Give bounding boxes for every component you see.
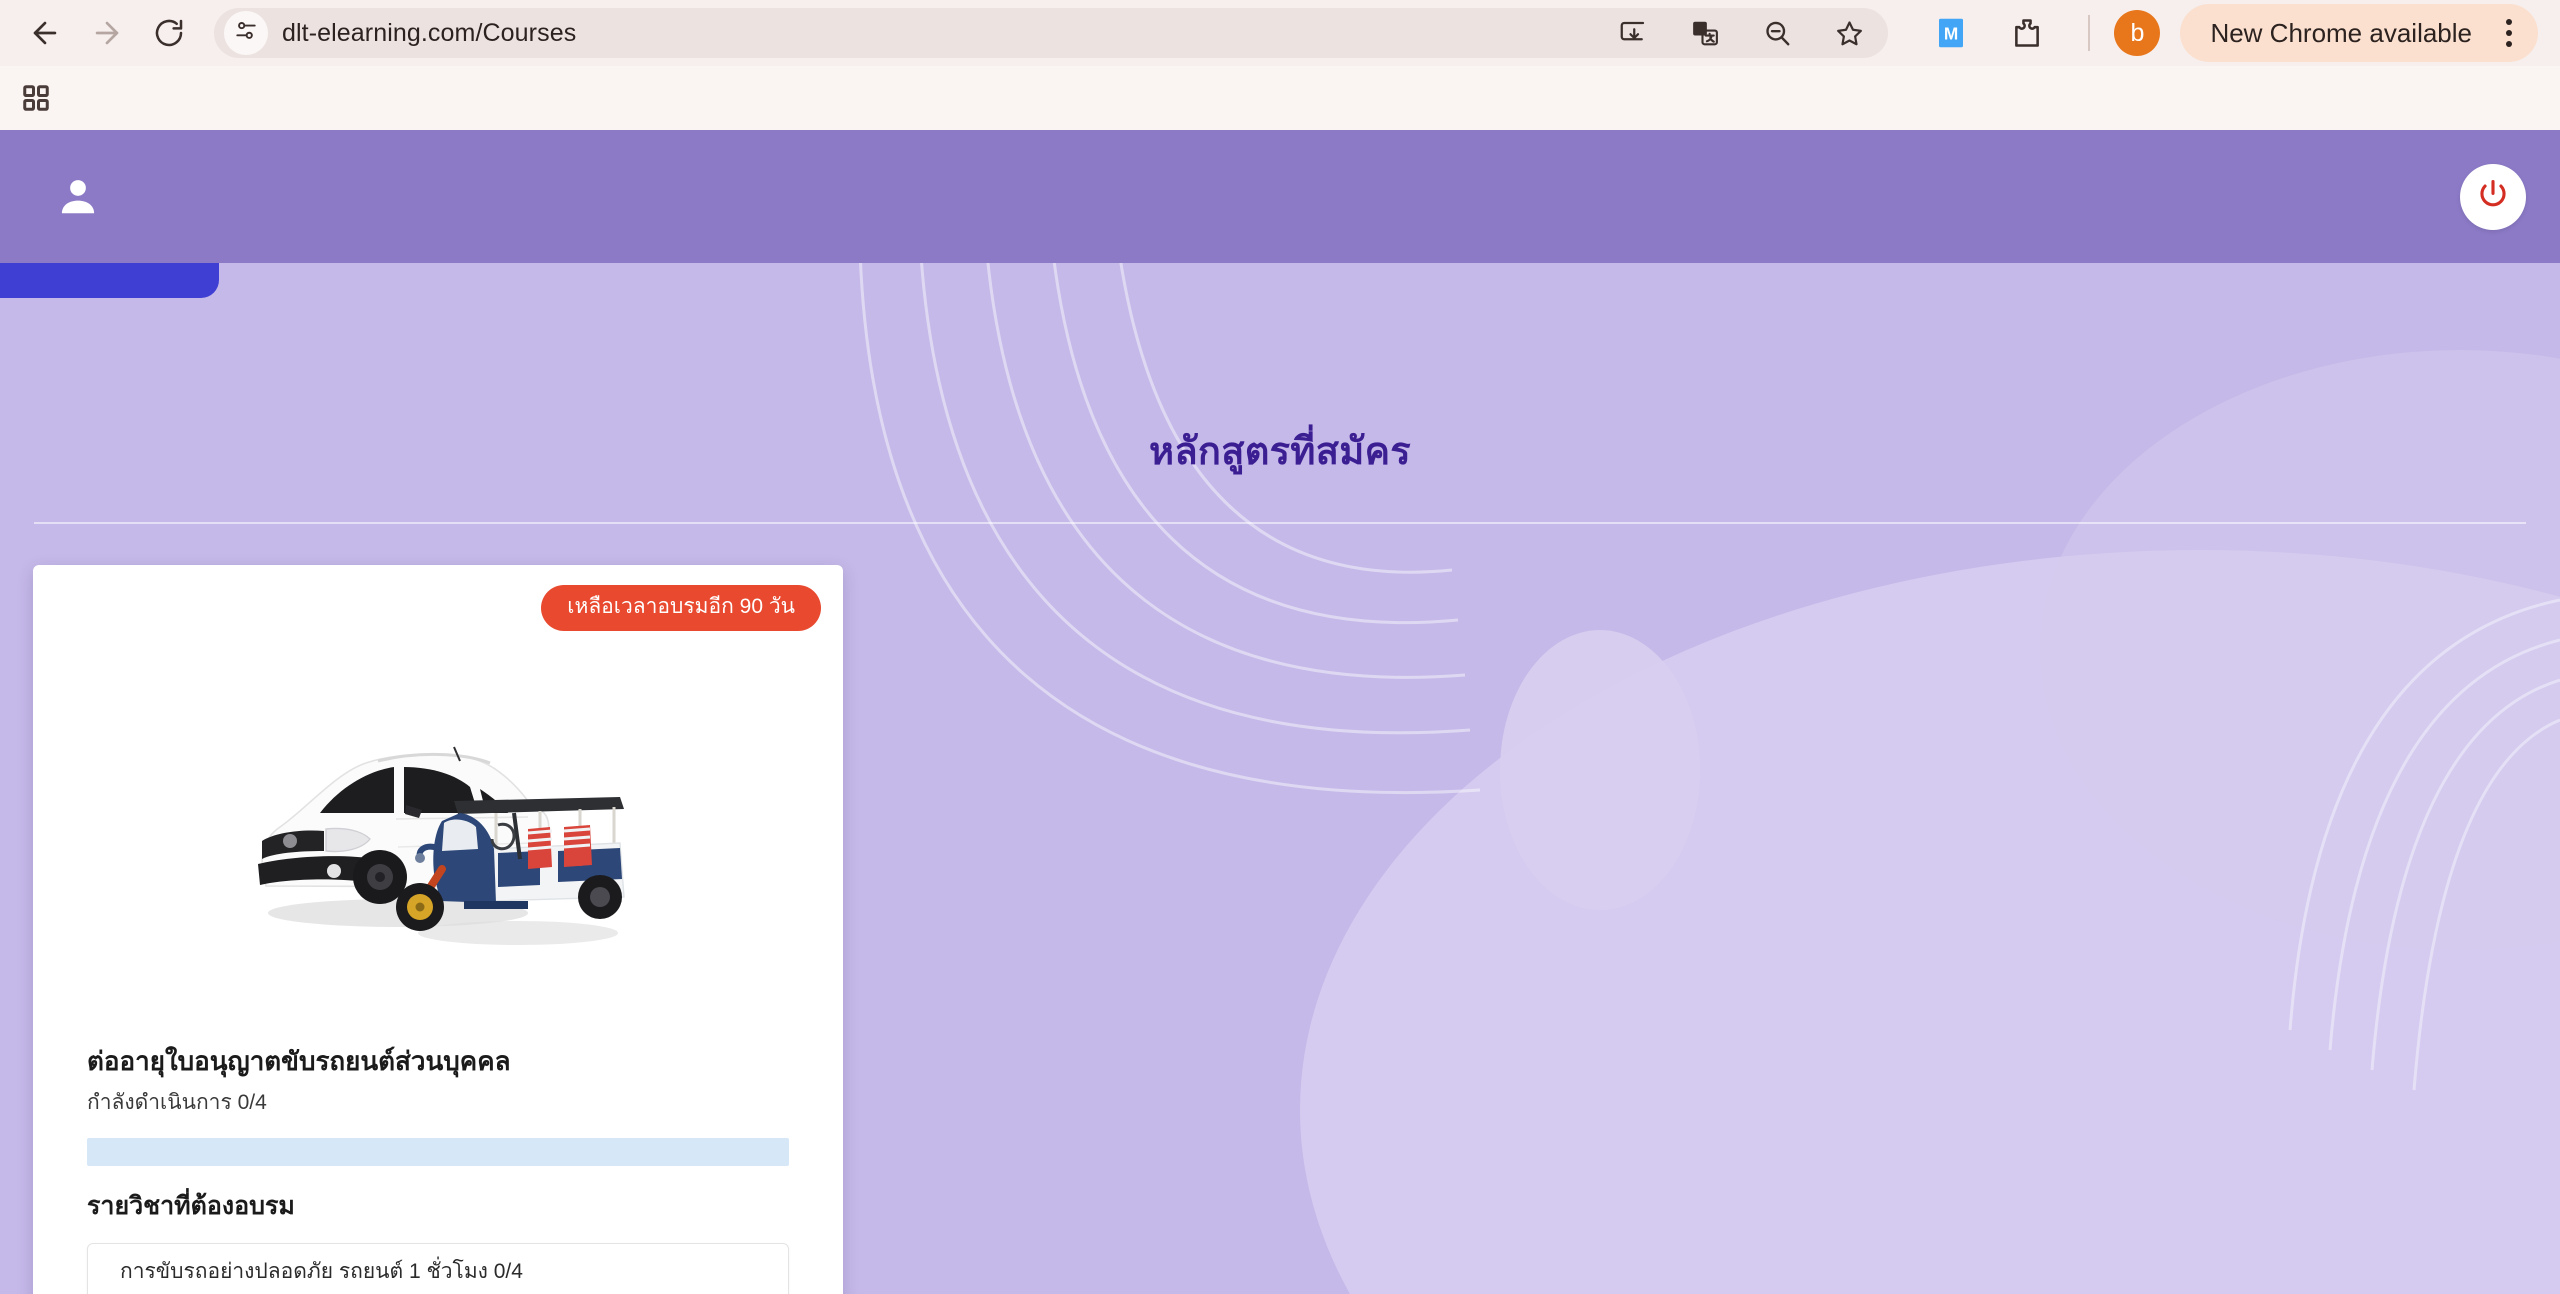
apps-grid-icon[interactable]: [14, 76, 58, 120]
list-item[interactable]: การขับรถอย่างปลอดภัย รถยนต์ 1 ชั่วโมง 0/…: [87, 1242, 789, 1294]
course-card[interactable]: เหลือเวลาอบรมอีก 90 วัน ต่ออายุใบอนุญาตข…: [33, 565, 843, 1294]
reload-icon: [153, 17, 185, 49]
forward-button[interactable]: [76, 2, 138, 64]
user-avatar-icon[interactable]: [50, 169, 106, 225]
course-card-body: ต่ออายุใบอนุญาตขับรถยนต์ส่วนบุคคล กำลังด…: [33, 1031, 843, 1294]
toolbar-divider: [2088, 15, 2091, 51]
install-app-icon[interactable]: [1612, 12, 1654, 54]
course-thumbnail: [33, 631, 843, 1031]
course-status: กำลังดำเนินการ 0/4: [87, 1090, 267, 1114]
url-text: dlt-elearning.com/Courses: [282, 18, 577, 47]
profile-avatar[interactable]: b: [2114, 10, 2161, 56]
car-and-tuktuk-illustration: [258, 746, 625, 945]
browser-toolbar: dlt-elearning.com/Courses A M b New Chro…: [0, 0, 2560, 66]
mendeley-extension-icon[interactable]: M: [1930, 12, 1972, 54]
course-progress-bar: [87, 1138, 789, 1167]
subjects-heading: รายวิชาที่ต้องอบรม: [87, 1192, 295, 1221]
omnibox-actions: A: [1612, 12, 1874, 54]
site-settings-icon: [233, 18, 259, 49]
back-button[interactable]: [14, 2, 76, 64]
reload-button[interactable]: [138, 2, 200, 64]
back-arrow-icon: [28, 16, 62, 50]
forward-arrow-icon: [90, 16, 124, 50]
svg-text:M: M: [1944, 23, 1958, 43]
translate-icon[interactable]: A: [1684, 12, 1726, 54]
section-divider: [34, 522, 2526, 524]
chrome-update-button[interactable]: New Chrome available: [2180, 4, 2538, 62]
chrome-update-label: New Chrome available: [2210, 17, 2472, 48]
address-bar[interactable]: dlt-elearning.com/Courses A: [214, 8, 1889, 58]
page-title: หลักสูตรที่สมัคร: [1148, 431, 1412, 473]
course-title: ต่ออายุใบอนุญาตขับรถยนต์ส่วนบุคคล: [87, 1046, 511, 1076]
power-off-icon: [2476, 177, 2510, 216]
app-header-bar: [0, 130, 2560, 263]
kebab-menu-icon[interactable]: [2494, 13, 2524, 53]
browser-chrome: dlt-elearning.com/Courses A M b New Chro…: [0, 0, 2560, 130]
badge-row: เหลือเวลาอบรมอีก 90 วัน: [33, 565, 843, 631]
site-settings-button[interactable]: [224, 11, 268, 55]
zoom-out-icon[interactable]: [1756, 12, 1798, 54]
time-remaining-badge: เหลือเวลาอบรมอีก 90 วัน: [541, 585, 821, 631]
extension-area: M: [1930, 12, 2096, 54]
bookmarks-bar: [0, 66, 2560, 130]
bookmark-star-icon[interactable]: [1828, 12, 1870, 54]
extensions-puzzle-icon[interactable]: [2006, 12, 2048, 54]
logout-button[interactable]: [2460, 163, 2526, 230]
page-content: หลักสูตรที่สมัคร เหลือเวลาอบรมอีก 90 วัน: [0, 130, 2560, 1294]
